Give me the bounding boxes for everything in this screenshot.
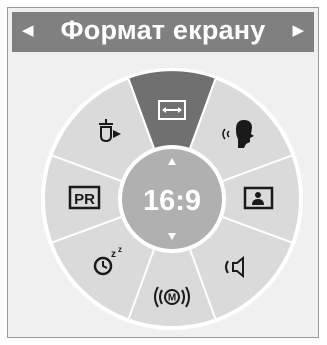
svg-text:M: M <box>168 293 176 304</box>
format-dial: 16:9 M z z PR <box>41 68 303 330</box>
center-value: 16:9 <box>143 185 201 217</box>
program-list-label: PR <box>74 191 95 208</box>
svg-text:z: z <box>111 249 116 260</box>
program-list-icon: PR <box>68 185 101 210</box>
svg-text:z: z <box>118 245 122 254</box>
